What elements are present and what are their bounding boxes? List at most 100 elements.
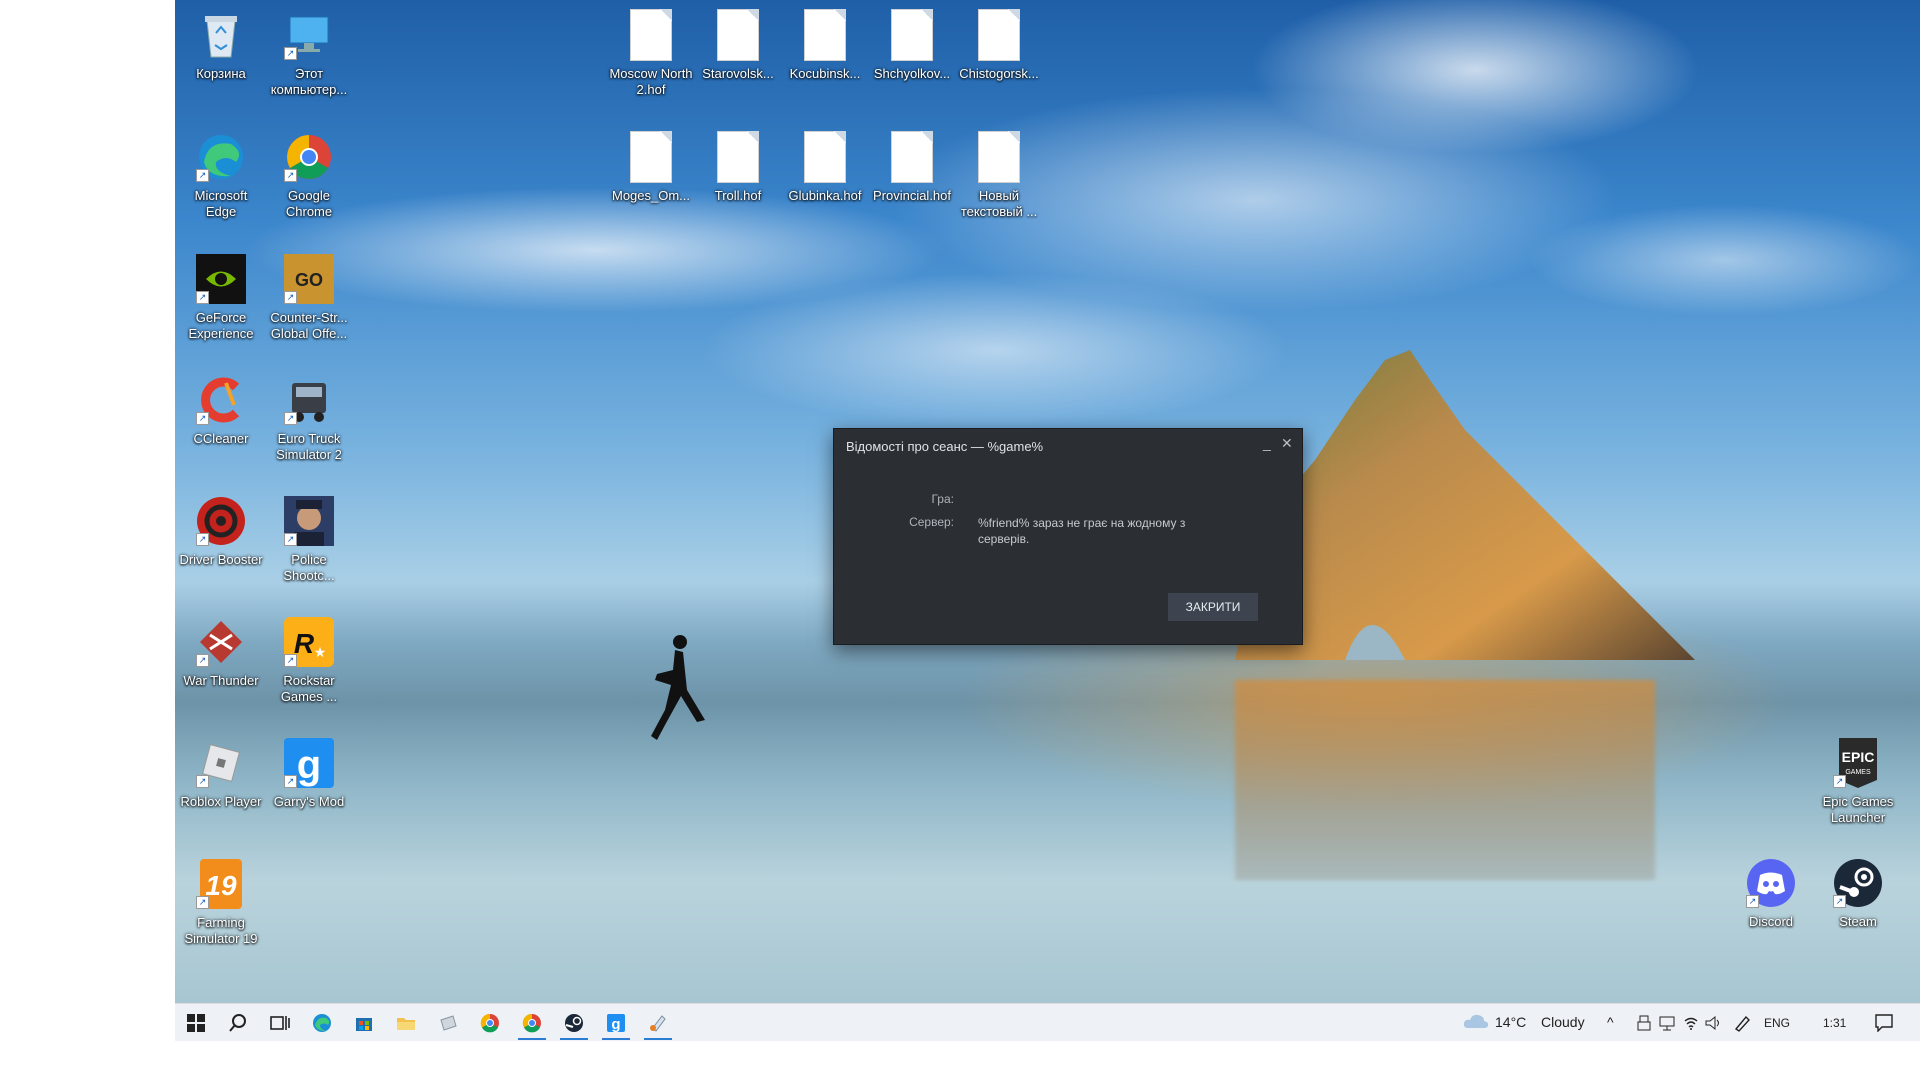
- desktop-icon-geforce[interactable]: ↗ GeForce Experience: [178, 252, 264, 342]
- file-explorer-icon[interactable]: [385, 1004, 427, 1041]
- search-icon[interactable]: [217, 1004, 259, 1041]
- file-icon-item[interactable]: Новый текстовый ...: [956, 130, 1042, 220]
- document-icon: [717, 9, 759, 61]
- cloud-icon[interactable]: [1463, 1012, 1489, 1030]
- minimize-button[interactable]: _: [1263, 435, 1271, 451]
- desktop-icon-driver-booster[interactable]: ↗ Driver Booster: [178, 494, 264, 568]
- network-icon[interactable]: [1659, 1015, 1675, 1031]
- file-icon-item[interactable]: Troll.hof: [695, 130, 781, 204]
- shortcut-arrow-icon: ↗: [284, 654, 297, 667]
- desktop-icon-roblox[interactable]: ↗ Roblox Player: [178, 736, 264, 810]
- game-label: Гра:: [931, 492, 954, 506]
- paint-icon[interactable]: [637, 1004, 679, 1041]
- server-value: %friend% зараз не грає на жодному з серв…: [978, 516, 1186, 546]
- usb-icon[interactable]: [1637, 1015, 1651, 1031]
- dialog-title: Відомості про сеанс — %game%: [846, 439, 1044, 454]
- close-icon[interactable]: ✕: [1281, 435, 1293, 452]
- taskbar: g 14°C Cloudy ^ ENG 1:31: [175, 1003, 1920, 1041]
- file-label: Moges_Om...: [611, 188, 691, 203]
- document-icon: [630, 131, 672, 183]
- volume-icon[interactable]: [1705, 1015, 1721, 1031]
- desktop-icon-war-thunder[interactable]: ↗ War Thunder: [178, 615, 264, 689]
- clock[interactable]: 1:31: [1823, 1016, 1846, 1030]
- file-icon-item[interactable]: Glubinka.hof: [782, 130, 868, 204]
- icon-label: Rockstar Games ...: [280, 673, 338, 704]
- recycle-bin-icon: [194, 8, 248, 62]
- store-icon[interactable]: [343, 1004, 385, 1041]
- this-pc-icon: ↗: [282, 8, 336, 62]
- desktop-icon-csgo[interactable]: GO ↗ Counter-Str... Global Offe...: [266, 252, 352, 342]
- file-icon-item[interactable]: Provincial.hof: [869, 130, 955, 204]
- weather-temperature[interactable]: 14°C: [1495, 1014, 1526, 1030]
- desktop-icon-chrome[interactable]: ↗ Google Chrome: [266, 130, 352, 220]
- desktop-icon-steam[interactable]: ↗ Steam: [1815, 856, 1901, 930]
- file-icon-item[interactable]: Kocubinsk...: [782, 8, 868, 82]
- steam-icon: ↗: [1831, 856, 1885, 910]
- file-label: Chistogorsk...: [959, 66, 1039, 81]
- file-icon-item[interactable]: Moges_Om...: [608, 130, 694, 204]
- desktop-icon-ccleaner[interactable]: ↗ CCleaner: [178, 373, 264, 447]
- desktop-icon-this-pc[interactable]: ↗ Этот компьютер...: [266, 8, 352, 98]
- wifi-icon[interactable]: [1683, 1015, 1699, 1031]
- shortcut-arrow-icon: ↗: [196, 412, 209, 425]
- steam-icon[interactable]: [553, 1004, 595, 1041]
- desktop-icon-discord[interactable]: ↗ Discord: [1728, 856, 1814, 930]
- shortcut-arrow-icon: ↗: [196, 654, 209, 667]
- file-icon-item[interactable]: Chistogorsk...: [956, 8, 1042, 82]
- file-label: Glubinka.hof: [788, 188, 862, 203]
- icon-label: Корзина: [196, 66, 246, 81]
- notifications-icon[interactable]: [1875, 1014, 1893, 1032]
- shortcut-arrow-icon: ↗: [1833, 775, 1846, 788]
- file-icon-item[interactable]: Starovolsk...: [695, 8, 781, 82]
- icon-label: Driver Booster: [179, 552, 263, 567]
- garrys-mod-icon[interactable]: g: [595, 1004, 637, 1041]
- police-game-icon: ↗: [282, 494, 336, 548]
- shortcut-arrow-icon: ↗: [1746, 895, 1759, 908]
- icon-label: Google Chrome: [285, 188, 333, 219]
- file-label: Troll.hof: [714, 188, 762, 203]
- icon-label: Epic Games Launcher: [1822, 794, 1894, 825]
- chrome-icon[interactable]: [469, 1004, 511, 1041]
- rock-reflection: [1235, 680, 1655, 880]
- weather-condition[interactable]: Cloudy: [1541, 1014, 1585, 1030]
- shortcut-arrow-icon: ↗: [284, 291, 297, 304]
- desktop-icon-rockstar[interactable]: R ★ ↗ Rockstar Games ...: [266, 615, 352, 705]
- svg-text:19: 19: [205, 870, 237, 901]
- app-icon[interactable]: [427, 1004, 469, 1041]
- desktop-icon-epic-games[interactable]: EPIC GAMES ↗ Epic Games Launcher: [1815, 736, 1901, 826]
- icon-label: Police Shootc...: [283, 552, 335, 583]
- icon-label: Steam: [1839, 914, 1877, 929]
- language-indicator[interactable]: ENG: [1764, 1016, 1790, 1030]
- shortcut-arrow-icon: ↗: [196, 169, 209, 182]
- edge-icon[interactable]: [301, 1004, 343, 1041]
- epic-games-icon: EPIC GAMES ↗: [1831, 736, 1885, 790]
- file-label: Starovolsk...: [702, 66, 774, 81]
- pen-icon[interactable]: [1733, 1014, 1751, 1032]
- desktop-icon-recycle-bin[interactable]: Корзина: [178, 8, 264, 82]
- text-file-icon: [978, 131, 1020, 183]
- desktop-icon-edge[interactable]: ↗ Microsoft Edge: [178, 130, 264, 220]
- desktop-icon-farming-sim[interactable]: 19 ↗ Farming Simulator 19: [178, 857, 264, 947]
- shortcut-arrow-icon: ↗: [196, 896, 209, 909]
- icon-label: Этот компьютер...: [270, 66, 348, 97]
- file-icon-item[interactable]: Shchyolkov...: [869, 8, 955, 82]
- desktop-icon-police-game[interactable]: ↗ Police Shootc...: [266, 494, 352, 584]
- close-button[interactable]: ЗАКРИТИ: [1168, 593, 1258, 621]
- task-view-icon[interactable]: [259, 1004, 301, 1041]
- file-label: Moscow North 2.hof: [609, 66, 693, 97]
- icon-label: Garry's Mod: [273, 794, 345, 809]
- desktop-icon-garrys-mod[interactable]: g ↗ Garry's Mod: [266, 736, 352, 810]
- file-label: Kocubinsk...: [789, 66, 861, 81]
- icon-label: War Thunder: [183, 673, 259, 688]
- chevron-up-icon[interactable]: ^: [1607, 1014, 1614, 1030]
- icon-label: Roblox Player: [180, 794, 262, 809]
- farming-sim-icon: 19 ↗: [194, 857, 248, 911]
- file-label: Новый текстовый ...: [960, 188, 1038, 219]
- file-icon-item[interactable]: Moscow North 2.hof: [608, 8, 694, 98]
- driver-booster-icon: ↗: [194, 494, 248, 548]
- document-icon: [804, 131, 846, 183]
- chrome-profile-icon[interactable]: [511, 1004, 553, 1041]
- desktop-icon-ets2[interactable]: ↗ Euro Truck Simulator 2: [266, 373, 352, 463]
- garrys-mod-icon: g ↗: [282, 736, 336, 790]
- start-icon[interactable]: [175, 1004, 217, 1041]
